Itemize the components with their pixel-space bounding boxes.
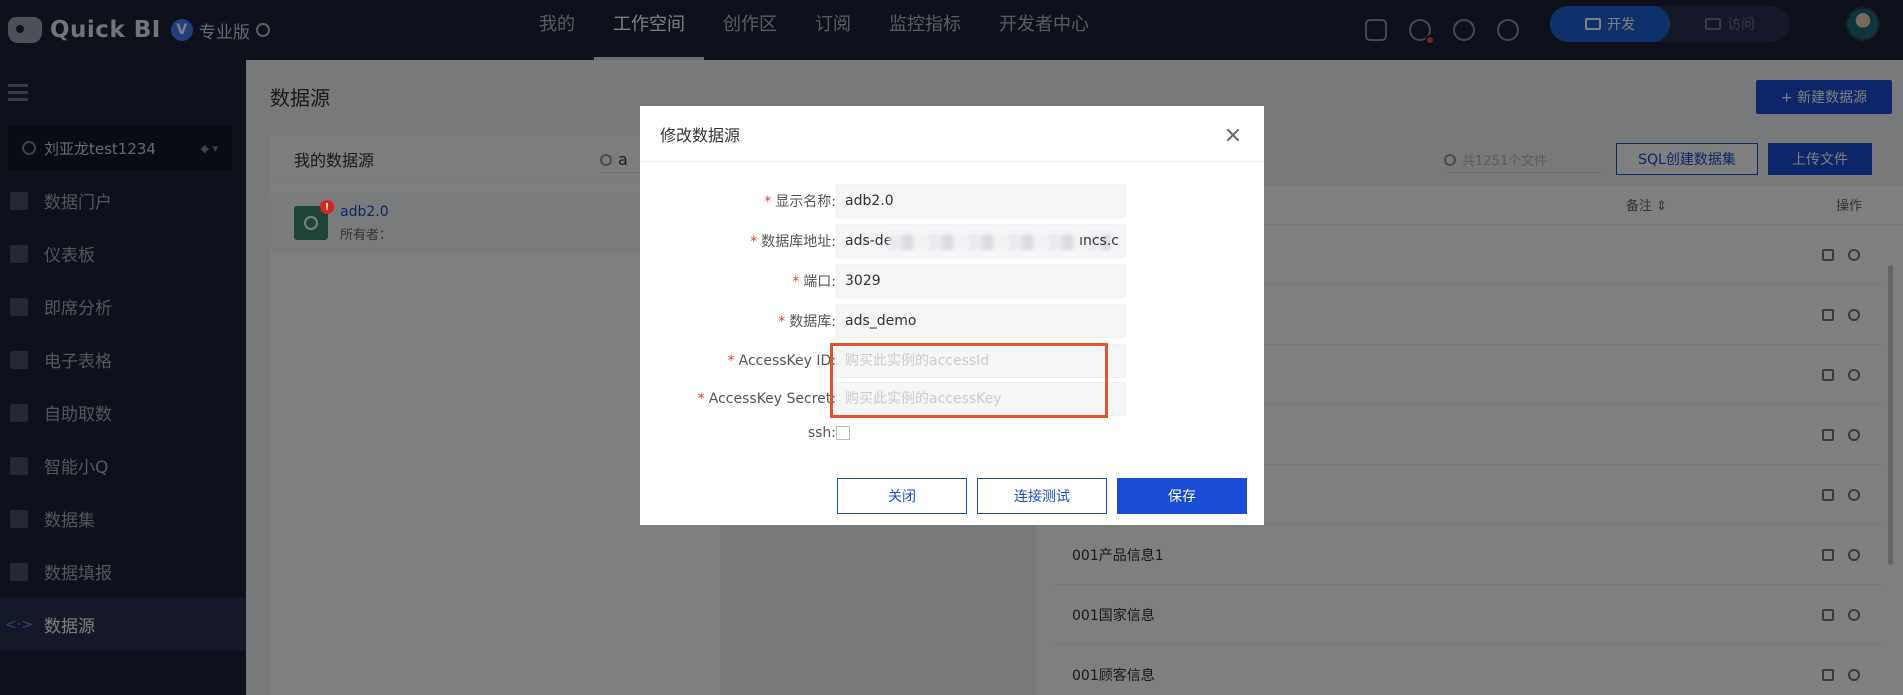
close-button[interactable]: 关闭 xyxy=(837,478,967,514)
display-name-label: * 显示名称: xyxy=(764,194,836,210)
db-address-input[interactable]: ads-de ıncs.c xyxy=(836,224,1126,258)
ssh-label: ssh: xyxy=(807,425,836,441)
display-name-input[interactable] xyxy=(836,184,1126,218)
modal-title: 修改数据源 xyxy=(660,125,741,145)
field-access-key-secret: * AccessKey Secret: xyxy=(640,382,1264,416)
access-key-secret-label: * AccessKey Secret: xyxy=(697,391,836,407)
save-button[interactable]: 保存 xyxy=(1117,478,1247,514)
field-db-address: * 数据库地址: ads-de ıncs.c xyxy=(640,224,1264,258)
error-badge-icon: ! xyxy=(320,200,334,214)
port-input[interactable] xyxy=(836,264,1126,298)
port-label: * 端口: xyxy=(792,274,836,290)
redacted-mask xyxy=(889,234,1111,250)
access-key-secret-input[interactable] xyxy=(836,382,1126,416)
test-connection-button[interactable]: 连接测试 xyxy=(977,478,1107,514)
ssh-checkbox[interactable] xyxy=(836,426,850,440)
field-port: * 端口: xyxy=(640,264,1264,298)
modal-header: 修改数据源 xyxy=(640,106,1264,162)
database-label: * 数据库: xyxy=(778,314,836,330)
edit-datasource-modal: 修改数据源 *显示名称: *数据库地址: ads-de ıncs.c *端口: … xyxy=(640,106,1264,525)
database-input[interactable] xyxy=(836,304,1126,338)
access-key-id-input[interactable] xyxy=(836,344,1126,378)
field-access-key-id: * AccessKey ID: xyxy=(640,344,1264,378)
db-address-label: * 数据库地址: xyxy=(750,234,836,250)
field-ssh: ssh: xyxy=(640,416,1264,450)
access-key-id-label: * AccessKey ID: xyxy=(727,353,836,369)
field-display-name: * 显示名称: xyxy=(640,184,1264,218)
close-icon[interactable] xyxy=(1226,128,1240,142)
field-database: * 数据库: xyxy=(640,304,1264,338)
